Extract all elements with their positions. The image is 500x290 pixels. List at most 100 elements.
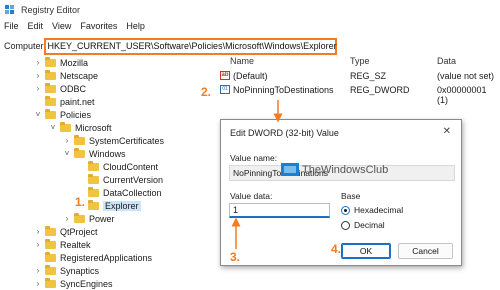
tree-item-windows[interactable]: ˅ Windows xyxy=(63,147,126,160)
registry-editor-icon xyxy=(5,5,15,15)
folder-open-icon xyxy=(60,121,71,132)
folder-icon xyxy=(45,277,56,288)
tree-item-policies[interactable]: ˅ Policies xyxy=(34,108,91,121)
tree-item-explorer[interactable]: Explorer xyxy=(77,199,141,212)
hexadecimal-radio[interactable]: Hexadecimal xyxy=(341,205,403,215)
folder-icon xyxy=(88,186,99,197)
address-path-input[interactable]: HKEY_CURRENT_USER\Software\Policies\Micr… xyxy=(43,37,337,55)
radio-label: Hexadecimal xyxy=(354,205,404,215)
tree-item-datacollection[interactable]: DataCollection xyxy=(77,186,162,199)
value-row[interactable]: ab (Default) REG_SZ (value not set) xyxy=(216,71,500,84)
tree-item-label: Realtek xyxy=(60,239,91,250)
decimal-radio[interactable]: Decimal xyxy=(341,220,385,230)
chevron-down-icon[interactable]: ˅ xyxy=(49,123,57,132)
folder-icon xyxy=(74,134,85,145)
tree-item-systemcertificates[interactable]: › SystemCertificates xyxy=(63,134,164,147)
tree-item-label: Netscape xyxy=(60,70,99,81)
tree-item-label: QtProject xyxy=(60,226,98,237)
tree-item-label: CurrentVersion xyxy=(103,174,164,185)
ok-button[interactable]: OK xyxy=(341,243,391,259)
chevron-right-icon[interactable]: › xyxy=(63,214,71,223)
tree-item-mozilla[interactable]: › Mozilla xyxy=(34,56,88,69)
chevron-down-icon[interactable]: ˅ xyxy=(34,110,42,119)
tree-item-label: DataCollection xyxy=(103,187,162,198)
cancel-button[interactable]: Cancel xyxy=(398,243,453,259)
menu-favorites[interactable]: Favorites xyxy=(80,21,117,35)
tree-item-microsoft[interactable]: ˅ Microsoft xyxy=(49,121,112,134)
radio-selected-icon[interactable] xyxy=(341,205,350,215)
title-bar: Registry Editor xyxy=(0,0,500,20)
tree-item-syncengines[interactable]: › SyncEngines xyxy=(34,277,113,290)
dialog-title: Edit DWORD (32-bit) Value xyxy=(230,128,339,138)
menu-file[interactable]: File xyxy=(4,21,19,35)
registry-tree: › Mozilla › Netscape › ODBC paint.net ˅ … xyxy=(0,56,212,290)
tree-item-synaptics[interactable]: › Synaptics xyxy=(34,264,99,277)
tree-item-paintnet[interactable]: paint.net xyxy=(34,95,95,108)
tree-item-label: SyncEngines xyxy=(60,278,113,289)
folder-icon xyxy=(45,225,56,236)
radio-icon[interactable] xyxy=(341,220,350,230)
binary-value-icon: 01 xyxy=(220,85,230,94)
tree-item-qtproject[interactable]: › QtProject xyxy=(34,225,98,238)
annotation-4: 4. xyxy=(331,242,342,256)
tree-item-odbc[interactable]: › ODBC xyxy=(34,82,86,95)
value-data: 0x00000001 (1) xyxy=(437,85,487,105)
chevron-down-icon[interactable]: ˅ xyxy=(63,149,71,158)
address-bar: Computer HKEY_CURRENT_USER\Software\Poli… xyxy=(0,37,500,55)
tree-item-label: Power xyxy=(89,213,115,224)
tree-item-label: CloudContent xyxy=(103,161,159,172)
tree-item-label: Windows xyxy=(89,148,126,159)
tree-item-cloudcontent[interactable]: CloudContent xyxy=(77,160,158,173)
tree-item-label: Explorer xyxy=(103,200,141,211)
radio-label: Decimal xyxy=(354,220,385,230)
tree-item-registeredapplications[interactable]: RegisteredApplications xyxy=(34,251,152,264)
chevron-right-icon[interactable]: › xyxy=(34,240,42,249)
watermark: TheWindowsClub xyxy=(281,163,388,176)
menu-help[interactable]: Help xyxy=(126,21,145,35)
chevron-right-icon[interactable]: › xyxy=(63,136,71,145)
windowsclub-logo-icon xyxy=(281,163,299,176)
value-type: REG_SZ xyxy=(350,71,387,81)
column-data-header[interactable]: Data xyxy=(437,56,456,66)
value-type: REG_DWORD xyxy=(350,85,410,95)
chevron-right-icon[interactable]: › xyxy=(34,58,42,67)
watermark-text: TheWindowsClub xyxy=(302,163,389,176)
chevron-right-icon[interactable]: › xyxy=(34,227,42,236)
menu-bar: File Edit View Favorites Help xyxy=(0,21,154,35)
menu-view[interactable]: View xyxy=(52,21,71,35)
tree-item-realtek[interactable]: › Realtek xyxy=(34,238,91,251)
folder-icon xyxy=(45,82,56,93)
folder-icon xyxy=(88,199,99,210)
menu-edit[interactable]: Edit xyxy=(28,21,44,35)
tree-item-label: paint.net xyxy=(60,96,95,107)
window-title: Registry Editor xyxy=(21,5,81,15)
value-name: (Default) xyxy=(233,71,268,81)
tree-item-label: SystemCertificates xyxy=(89,135,165,146)
chevron-right-icon[interactable]: › xyxy=(34,84,42,93)
value-list-header: Name Type Data xyxy=(216,56,500,69)
value-data-input[interactable]: 1 xyxy=(229,203,330,218)
column-type-header[interactable]: Type xyxy=(350,56,370,66)
tree-item-power[interactable]: › Power xyxy=(63,212,115,225)
tree-item-label: ODBC xyxy=(60,83,87,94)
tree-item-label: Microsoft xyxy=(75,122,112,133)
folder-icon xyxy=(45,238,56,249)
value-name-label: Value name: xyxy=(230,153,278,163)
folder-icon xyxy=(45,56,56,67)
folder-icon xyxy=(45,264,56,275)
tree-item-label: Synaptics xyxy=(60,265,100,276)
value-row[interactable]: 01 NoPinningToDestinations REG_DWORD 0x0… xyxy=(216,85,500,105)
chevron-right-icon[interactable]: › xyxy=(34,279,42,288)
chevron-right-icon[interactable]: › xyxy=(34,71,42,80)
close-icon[interactable]: ✕ xyxy=(443,126,451,137)
tree-item-currentversion[interactable]: CurrentVersion xyxy=(77,173,163,186)
folder-icon xyxy=(45,69,56,80)
column-name-header[interactable]: Name xyxy=(230,56,254,66)
value-data: (value not set) xyxy=(437,71,495,81)
string-value-icon: ab xyxy=(220,71,230,80)
folder-icon xyxy=(45,251,56,262)
annotation-1: 1. xyxy=(75,195,86,209)
tree-item-netscape[interactable]: › Netscape xyxy=(34,69,98,82)
chevron-right-icon[interactable]: › xyxy=(34,266,42,275)
tree-item-label: Mozilla xyxy=(60,57,89,68)
